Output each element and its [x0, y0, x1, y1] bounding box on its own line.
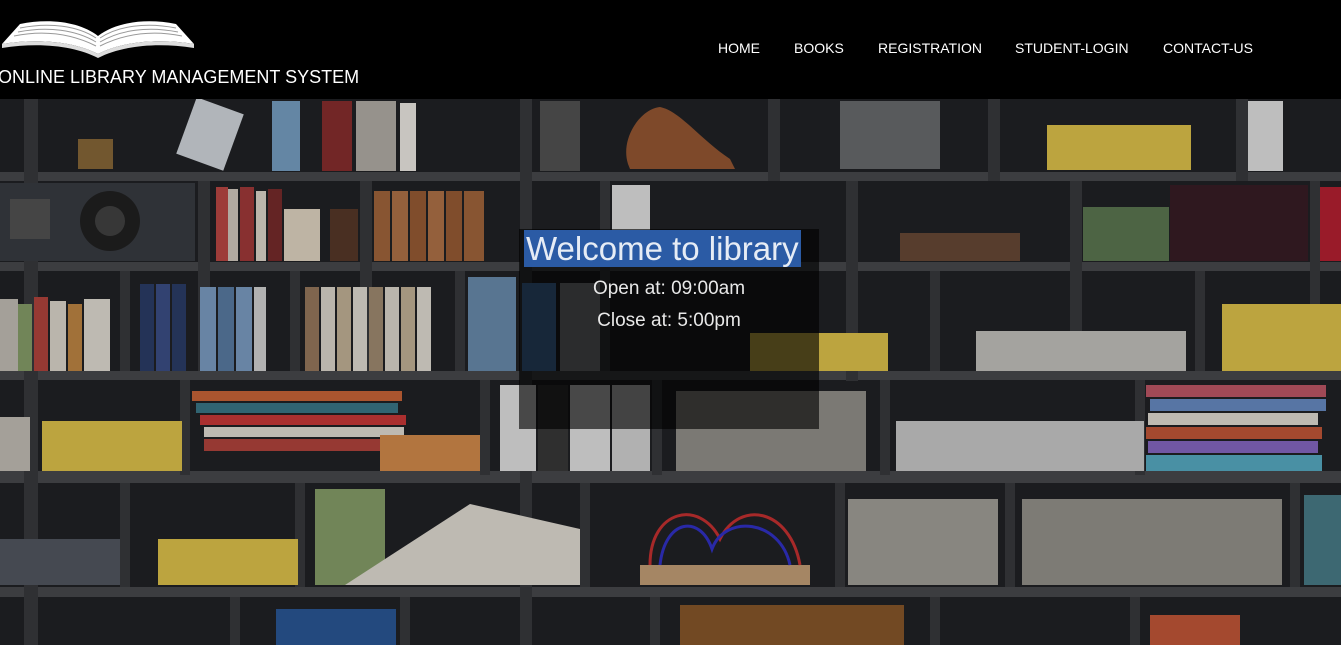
closing-time: Close at: 5:00pm: [597, 310, 741, 331]
welcome-heading: Welcome to library: [524, 230, 801, 267]
opening-time: Open at: 09:00am: [592, 278, 746, 299]
nav-student-login[interactable]: STUDENT-LOGIN: [1015, 40, 1129, 56]
site-header: ONLINE LIBRARY MANAGEMENT SYSTEM HOME BO…: [0, 0, 1341, 99]
nav-home[interactable]: HOME: [718, 40, 760, 56]
nav-registration[interactable]: REGISTRATION: [878, 40, 982, 56]
main-nav: HOME BOOKS REGISTRATION STUDENT-LOGIN CO…: [0, 40, 1341, 60]
hero-section: [0, 99, 1341, 645]
nav-books[interactable]: BOOKS: [794, 40, 844, 56]
site-title: ONLINE LIBRARY MANAGEMENT SYSTEM: [0, 67, 360, 87]
nav-contact-us[interactable]: CONTACT-US: [1163, 40, 1253, 56]
